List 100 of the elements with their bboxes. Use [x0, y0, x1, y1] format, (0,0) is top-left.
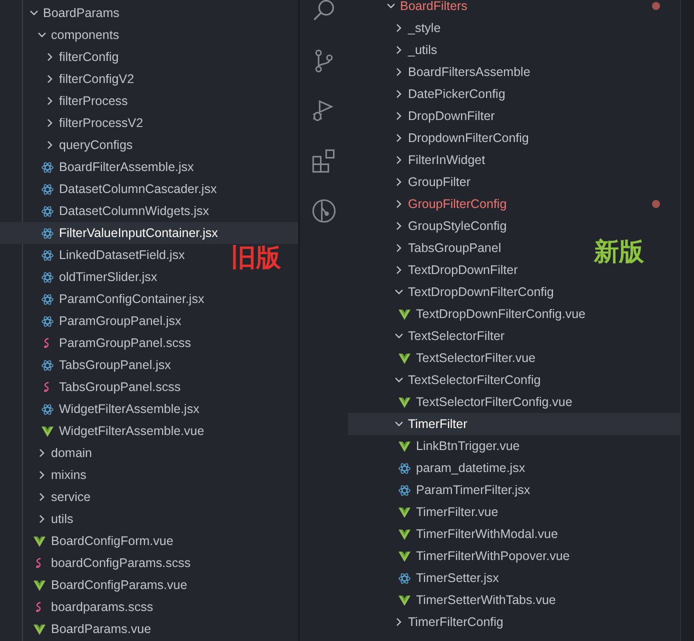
react-atom-icon	[41, 270, 54, 284]
react-atom-icon	[398, 484, 411, 496]
tree-item[interactable]: _utils	[348, 39, 442, 61]
tree-item[interactable]: filterProcess	[0, 90, 132, 112]
extensions-icon[interactable]	[311, 148, 337, 174]
react-atom-icon	[398, 572, 411, 584]
tree-item[interactable]: ParamGroupPanel.jsx	[0, 310, 186, 332]
vue-icon	[398, 440, 411, 452]
chevron-right-icon	[394, 177, 404, 187]
react-atom-icon	[41, 160, 54, 174]
chevron-right-icon	[394, 23, 404, 33]
tree-item[interactable]: FilterValueInputContainer.jsx	[0, 222, 298, 244]
vue-icon	[398, 528, 411, 540]
chevron-right-icon	[37, 514, 47, 524]
chevron-down-icon	[394, 287, 404, 297]
chevron-right-icon	[394, 133, 404, 143]
git-graph-icon[interactable]	[311, 198, 337, 224]
tree-item[interactable]: oldTimerSlider.jsx	[0, 266, 162, 288]
chevron-right-icon	[394, 155, 404, 165]
modified-dot	[652, 2, 660, 10]
chevron-right-icon	[37, 492, 47, 502]
chevron-right-icon	[394, 199, 404, 209]
react-atom-icon	[41, 358, 54, 372]
tree-item[interactable]: DatasetColumnWidgets.jsx	[0, 200, 214, 222]
tree-item[interactable]: TabsGroupPanel.scss	[0, 376, 185, 398]
tree-item[interactable]: TextDropDownFilterConfig	[348, 281, 558, 303]
react-atom-icon	[41, 292, 54, 306]
tree-item[interactable]: GroupFilterConfig	[348, 193, 680, 215]
chevron-right-icon	[394, 89, 404, 99]
chevron-right-icon	[45, 52, 55, 62]
tree-item[interactable]: domain	[0, 442, 96, 464]
tree-item[interactable]: service	[0, 486, 95, 508]
tree-item[interactable]: TimerSetter.jsx	[348, 567, 503, 589]
tree-item[interactable]: boardConfigParams.scss	[0, 552, 195, 574]
tree-item[interactable]: DatePickerConfig	[348, 83, 510, 105]
tree-item[interactable]: TextDropDownFilterConfig.vue	[348, 303, 590, 325]
tree-item[interactable]: TextSelectorFilterConfig	[348, 369, 545, 391]
tree-item[interactable]: DropdownFilterConfig	[348, 127, 533, 149]
tree-item[interactable]: filterProcessV2	[0, 112, 148, 134]
tree-item[interactable]: TimerSetterWithTabs.vue	[348, 589, 560, 611]
tree-item[interactable]: ParamGroupPanel.scss	[0, 332, 196, 354]
chevron-right-icon	[394, 67, 404, 77]
chevron-right-icon	[394, 221, 404, 231]
tree-item[interactable]: ParamConfigContainer.jsx	[0, 288, 208, 310]
tree-item[interactable]: TimerFilter	[348, 413, 680, 435]
tree-item[interactable]: BoardConfigForm.vue	[0, 530, 178, 552]
tree-item[interactable]: filterConfig	[0, 46, 123, 68]
react-atom-icon	[41, 314, 54, 328]
version-label: 旧版	[231, 245, 281, 270]
tree-item[interactable]: BoardFiltersAssemble	[348, 61, 534, 83]
tree-item[interactable]: LinkBtnTrigger.vue	[348, 435, 524, 457]
tree-item[interactable]: DatasetColumnCascader.jsx	[0, 178, 221, 200]
tree-item[interactable]: TimerFilterWithModal.vue	[348, 523, 562, 545]
chevron-down-icon	[37, 30, 47, 40]
chevron-right-icon	[394, 265, 404, 275]
vue-icon	[398, 506, 411, 518]
tree-item[interactable]: BoardParams	[0, 2, 124, 24]
tree-item[interactable]: mixins	[0, 464, 90, 486]
tree-item[interactable]: WidgetFilterAssemble.jsx	[0, 398, 204, 420]
tree-item[interactable]: TextDropDownFilter	[348, 259, 522, 281]
tree-item[interactable]: TimerFilter.vue	[348, 501, 502, 523]
tree-item[interactable]: utils	[0, 508, 78, 530]
tree-item[interactable]: BoardFilters	[348, 0, 680, 17]
chevron-right-icon	[394, 243, 404, 253]
tree-item[interactable]: TextSelectorFilterConfig.vue	[348, 391, 576, 413]
tree-item[interactable]: BoardConfigParams.vue	[0, 574, 192, 596]
react-atom-icon	[41, 248, 54, 262]
react-atom-icon	[41, 402, 54, 416]
vue-icon	[33, 578, 46, 592]
tree-item[interactable]: FilterInWidget	[348, 149, 490, 171]
tree-item[interactable]: TextSelectorFilter.vue	[348, 347, 540, 369]
tree-item[interactable]: BoardFilterAssemble.jsx	[0, 156, 198, 178]
tree-item[interactable]: param_datetime.jsx	[348, 457, 530, 479]
tree-item[interactable]: TabsGroupPanel.jsx	[0, 354, 175, 376]
tree-item[interactable]: GroupStyleConfig	[348, 215, 511, 237]
tree-item[interactable]: boardparams.scss	[0, 596, 158, 618]
tree-item[interactable]: DropDownFilter	[348, 105, 499, 127]
tree-item[interactable]: TimerFilterWithPopover.vue	[348, 545, 574, 567]
tree-item[interactable]: _style	[348, 17, 445, 39]
tree-item[interactable]: TabsGroupPanel	[348, 237, 506, 259]
tree-item[interactable]: queryConfigs	[0, 134, 137, 156]
tree-item[interactable]: WidgetFilterAssemble.vue	[0, 420, 208, 442]
tree-item[interactable]: BoardParams.vue	[0, 618, 156, 640]
vue-icon	[398, 396, 411, 408]
tree-item[interactable]: components	[0, 24, 124, 46]
vue-icon	[33, 622, 46, 636]
react-atom-icon	[41, 226, 54, 240]
chevron-right-icon	[45, 74, 55, 84]
tree-item[interactable]: ParamTimerFilter.jsx	[348, 479, 534, 501]
tree-item[interactable]: TextSelectorFilter	[348, 325, 509, 347]
react-atom-icon	[398, 462, 411, 474]
chevron-right-icon	[394, 617, 404, 627]
chevron-down-icon	[394, 375, 404, 385]
chevron-down-icon	[29, 8, 39, 18]
tree-item[interactable]: filterConfigV2	[0, 68, 138, 90]
tree-item[interactable]: TimerFilterConfig	[348, 611, 508, 633]
chevron-down-icon	[394, 419, 404, 429]
tree-item[interactable]: GroupFilter	[348, 171, 475, 193]
chevron-right-icon	[394, 45, 404, 55]
tree-item[interactable]: LinkedDatasetField.jsx	[0, 244, 189, 266]
